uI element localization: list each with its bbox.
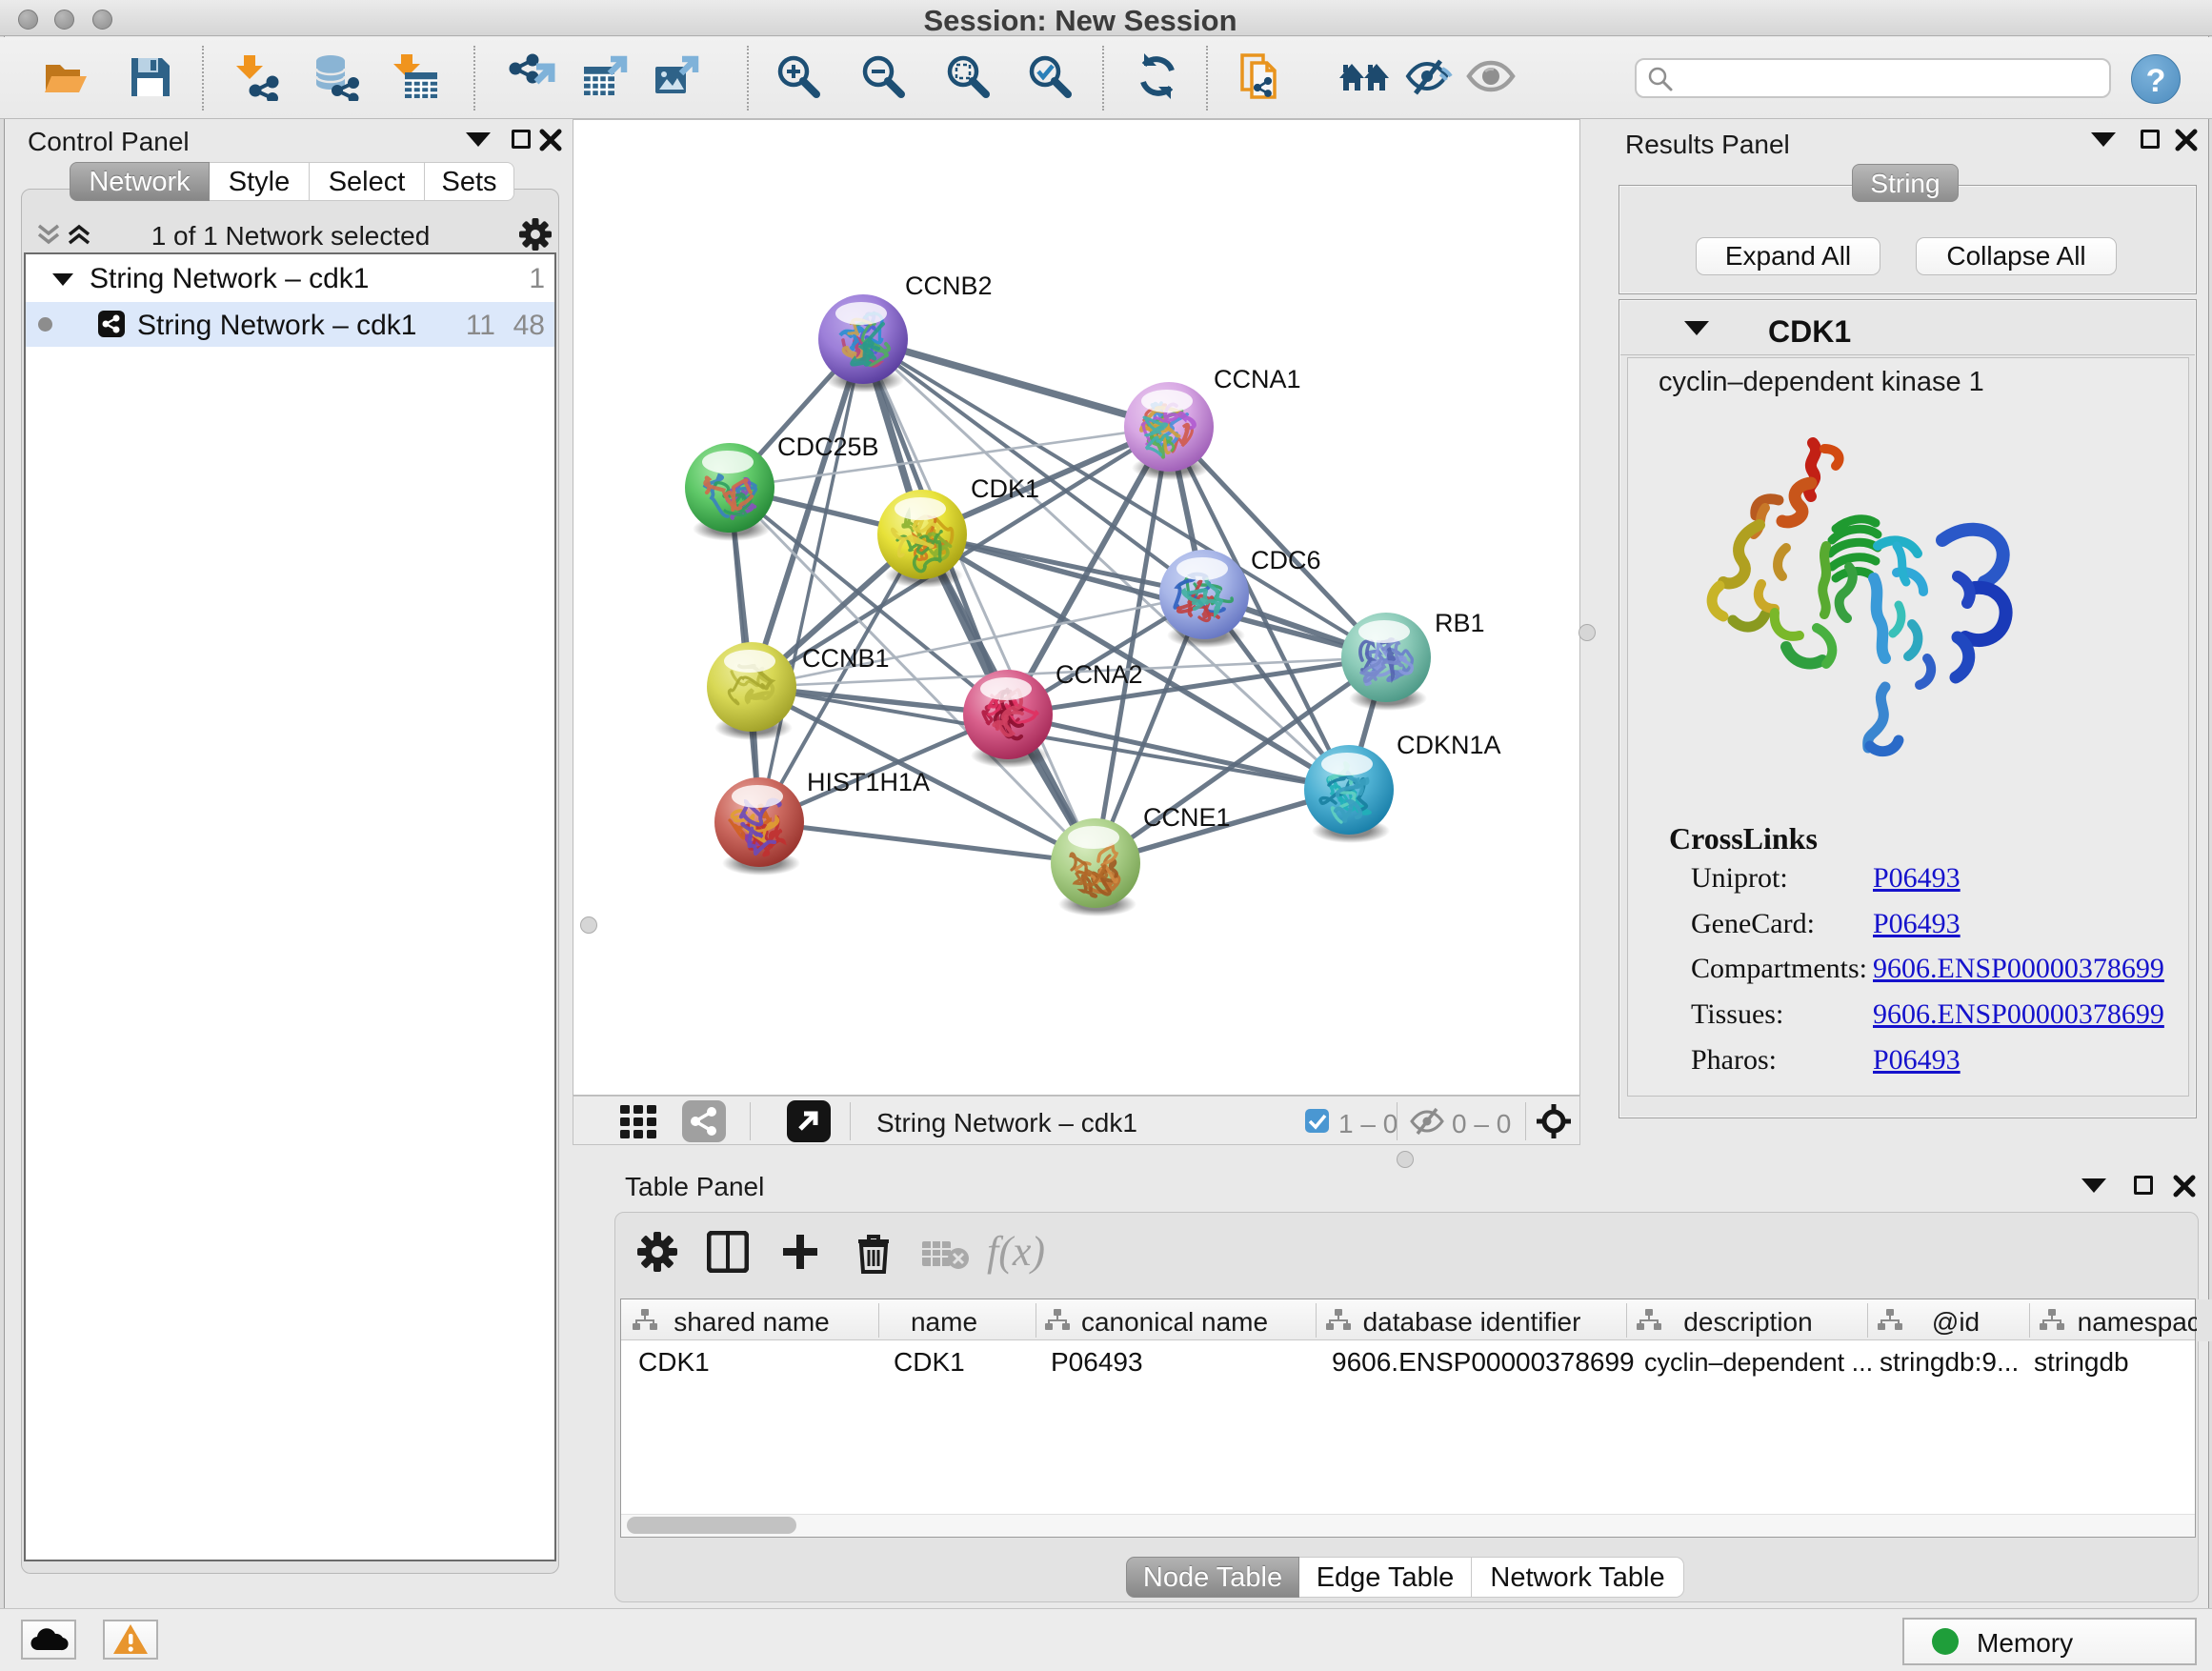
svg-text:CCNA1: CCNA1 xyxy=(1214,365,1301,393)
svg-text:CCNA2: CCNA2 xyxy=(1056,660,1143,689)
svg-text:HIST1H1A: HIST1H1A xyxy=(807,768,930,796)
svg-text:CDC6: CDC6 xyxy=(1251,546,1321,574)
svg-text:CCNE1: CCNE1 xyxy=(1143,803,1231,832)
svg-text:CCNB2: CCNB2 xyxy=(905,272,993,300)
svg-text:CDK1: CDK1 xyxy=(971,474,1039,503)
svg-text:CCNB1: CCNB1 xyxy=(802,644,890,673)
svg-text:RB1: RB1 xyxy=(1435,609,1485,637)
svg-text:CDKN1A: CDKN1A xyxy=(1397,731,1501,759)
svg-text:CDC25B: CDC25B xyxy=(777,433,879,461)
